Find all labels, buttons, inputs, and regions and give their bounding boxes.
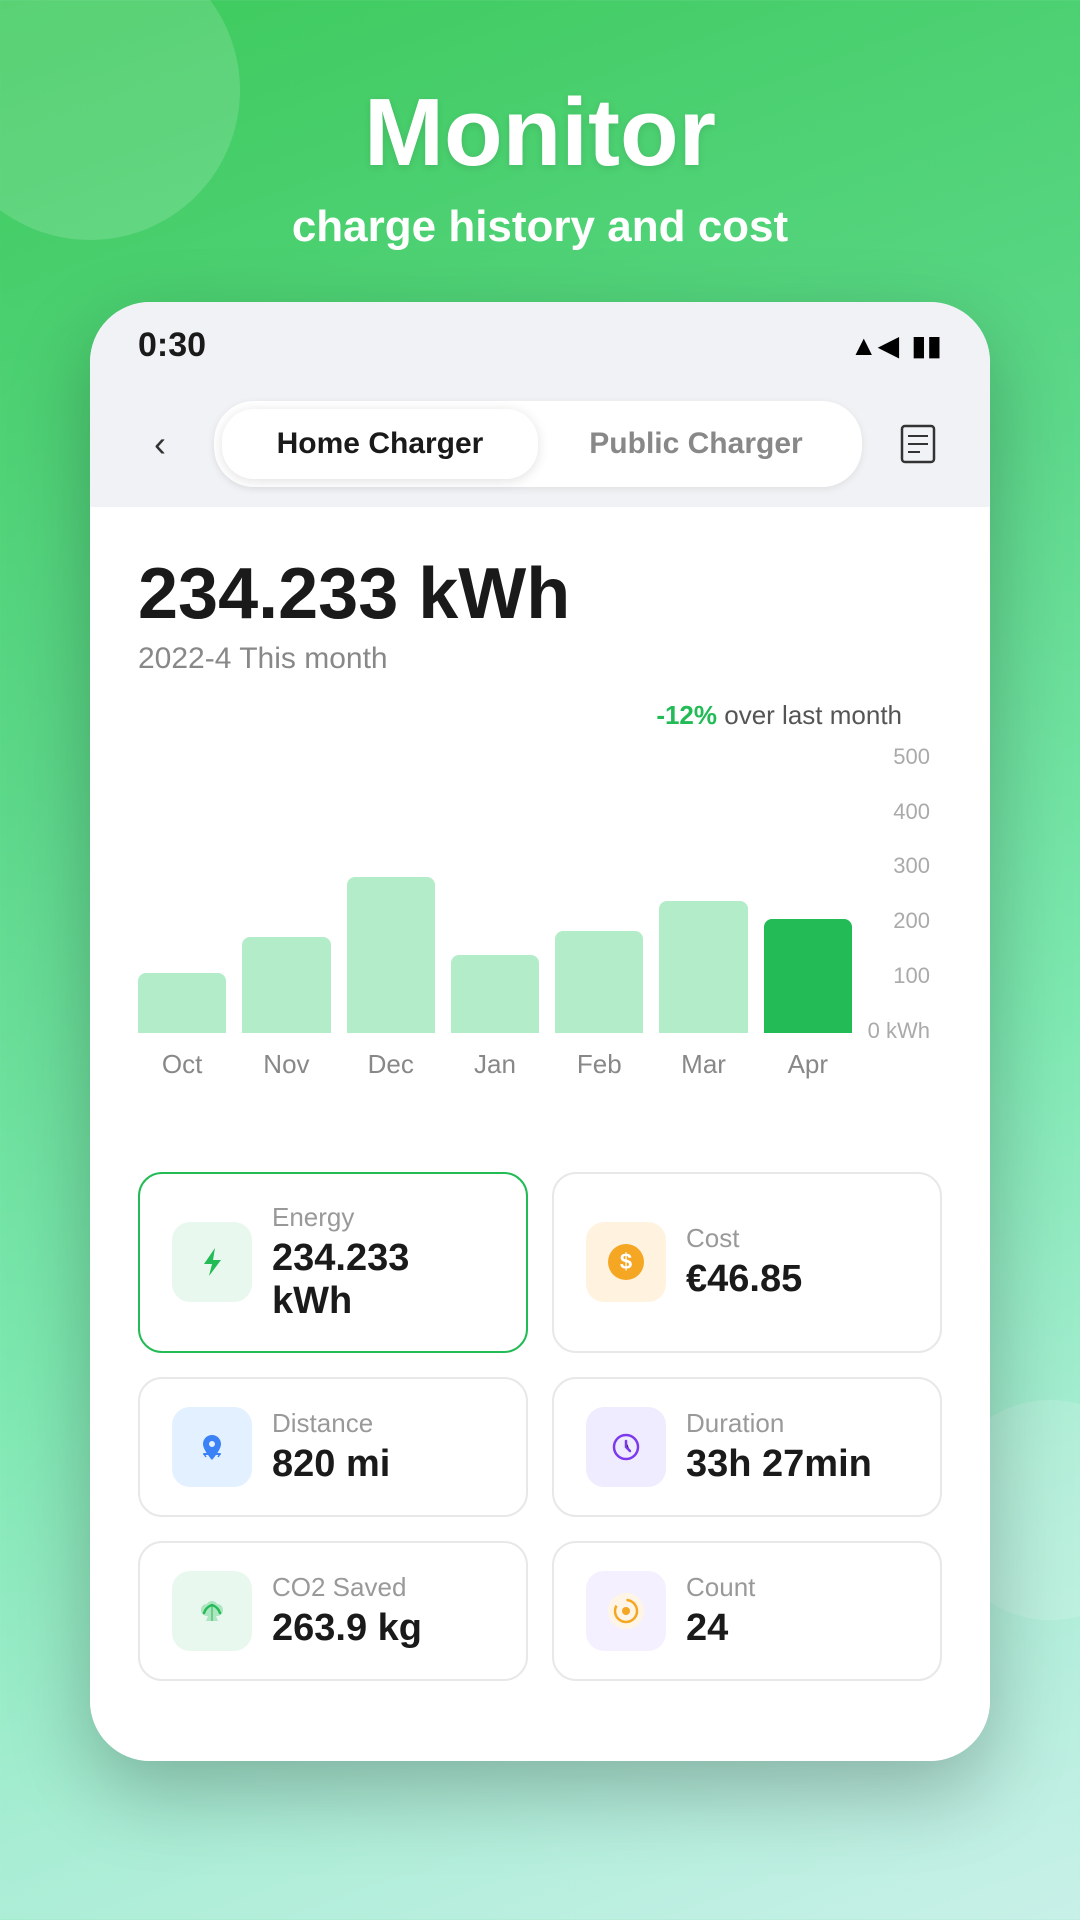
receipt-button[interactable] bbox=[886, 412, 950, 476]
y-label: 0 kWh bbox=[860, 1018, 930, 1044]
comparison-pct: -12% bbox=[656, 700, 717, 730]
y-label: 300 bbox=[860, 853, 930, 879]
stat-value-duration: 33h 27min bbox=[686, 1443, 872, 1486]
stat-text-duration: Duration 33h 27min bbox=[686, 1408, 872, 1486]
period-this-month: This month bbox=[239, 642, 387, 675]
y-label: 100 bbox=[860, 963, 930, 989]
energy-value: 234.233 kWh bbox=[138, 555, 942, 634]
bar-label-jan: Jan bbox=[474, 1049, 516, 1080]
bar-apr bbox=[764, 919, 852, 1033]
stat-text-count: Count 24 bbox=[686, 1572, 755, 1650]
tab-public-charger[interactable]: Public Charger bbox=[538, 409, 854, 479]
stat-value-cost: €46.85 bbox=[686, 1258, 802, 1301]
y-label: 200 bbox=[860, 908, 930, 934]
stat-card-co2: CO2 Saved 263.9 kg bbox=[138, 1541, 528, 1681]
tab-group: Home Charger Public Charger bbox=[214, 401, 862, 487]
stat-value-distance: 820 mi bbox=[272, 1443, 390, 1486]
stat-label-duration: Duration bbox=[686, 1408, 872, 1439]
stat-card-cost: $ Cost €46.85 bbox=[552, 1172, 942, 1353]
y-axis: 500 400 300 200 100 0 kWh bbox=[852, 744, 942, 1044]
stat-value-energy: 234.233 kWh bbox=[272, 1237, 494, 1323]
bar-feb bbox=[555, 931, 643, 1033]
bar-label-feb: Feb bbox=[577, 1049, 622, 1080]
stat-text-cost: Cost €46.85 bbox=[686, 1223, 802, 1301]
main-content: 234.233 kWh 2022-4 This month -12% over … bbox=[90, 507, 990, 1761]
signal-icon: ▲◀ bbox=[850, 329, 899, 362]
co2-icon bbox=[172, 1571, 252, 1651]
count-icon bbox=[586, 1571, 666, 1651]
bar-label-nov: Nov bbox=[263, 1049, 309, 1080]
phone-mockup: 0:30 ▲◀ ▮▮ ‹ Home Charger Public Charger… bbox=[90, 302, 990, 1761]
stat-value-count: 24 bbox=[686, 1607, 755, 1650]
bar-oct bbox=[138, 973, 226, 1033]
bar-col-jan: Jan bbox=[451, 955, 539, 1080]
svg-text:$: $ bbox=[620, 1249, 632, 1274]
status-icons: ▲◀ ▮▮ bbox=[850, 329, 942, 362]
stat-label-energy: Energy bbox=[272, 1202, 494, 1233]
bar-col-feb: Feb bbox=[555, 931, 643, 1080]
stat-text-energy: Energy 234.233 kWh bbox=[272, 1202, 494, 1323]
bars-section: Oct Nov Dec Jan Feb Mar Apr bbox=[138, 740, 852, 1080]
back-icon: ‹ bbox=[154, 423, 166, 465]
y-label: 400 bbox=[860, 799, 930, 825]
bar-col-oct: Oct bbox=[138, 973, 226, 1080]
bar-col-dec: Dec bbox=[347, 877, 435, 1080]
bar-col-apr: Apr bbox=[764, 919, 852, 1080]
y-label: 500 bbox=[860, 744, 930, 770]
status-bar: 0:30 ▲◀ ▮▮ bbox=[90, 302, 990, 381]
year-month: 2022-4 bbox=[138, 642, 231, 675]
stat-card-energy: Energy 234.233 kWh bbox=[138, 1172, 528, 1353]
stat-card-duration: Duration 33h 27min bbox=[552, 1377, 942, 1517]
bar-label-dec: Dec bbox=[368, 1049, 414, 1080]
back-button[interactable]: ‹ bbox=[130, 414, 190, 474]
stat-text-distance: Distance 820 mi bbox=[272, 1408, 390, 1486]
stat-label-cost: Cost bbox=[686, 1223, 802, 1254]
bar-label-oct: Oct bbox=[162, 1049, 202, 1080]
bar-label-mar: Mar bbox=[681, 1049, 726, 1080]
energy-period: 2022-4 This month bbox=[138, 642, 942, 676]
duration-icon bbox=[586, 1407, 666, 1487]
chart-comparison: -12% over last month bbox=[656, 700, 902, 731]
nav-bar: ‹ Home Charger Public Charger bbox=[90, 381, 990, 507]
tab-home-charger[interactable]: Home Charger bbox=[222, 409, 538, 479]
bar-col-nov: Nov bbox=[242, 937, 330, 1080]
battery-icon: ▮▮ bbox=[911, 329, 942, 362]
stats-grid: Energy 234.233 kWh $ Cost €46.85 Distance 820 … bbox=[138, 1172, 942, 1721]
energy-icon bbox=[172, 1222, 252, 1302]
stat-label-distance: Distance bbox=[272, 1408, 390, 1439]
bar-nov bbox=[242, 937, 330, 1033]
stat-value-co2: 263.9 kg bbox=[272, 1607, 422, 1650]
bar-label-apr: Apr bbox=[788, 1049, 828, 1080]
bar-col-mar: Mar bbox=[659, 901, 747, 1080]
stat-label-count: Count bbox=[686, 1572, 755, 1603]
comparison-text: over last month bbox=[724, 700, 902, 730]
stat-card-count: Count 24 bbox=[552, 1541, 942, 1681]
bar-dec bbox=[347, 877, 435, 1033]
stat-label-co2: CO2 Saved bbox=[272, 1572, 422, 1603]
stat-text-co2: CO2 Saved 263.9 kg bbox=[272, 1572, 422, 1650]
page-subtitle: charge history and cost bbox=[60, 202, 1020, 252]
bar-jan bbox=[451, 955, 539, 1033]
distance-icon bbox=[172, 1407, 252, 1487]
chart-container: -12% over last month Oct Nov Dec Jan Feb Mar A… bbox=[138, 700, 942, 1140]
status-time: 0:30 bbox=[138, 326, 206, 365]
stat-card-distance: Distance 820 mi bbox=[138, 1377, 528, 1517]
bar-mar bbox=[659, 901, 747, 1033]
cost-icon: $ bbox=[586, 1222, 666, 1302]
